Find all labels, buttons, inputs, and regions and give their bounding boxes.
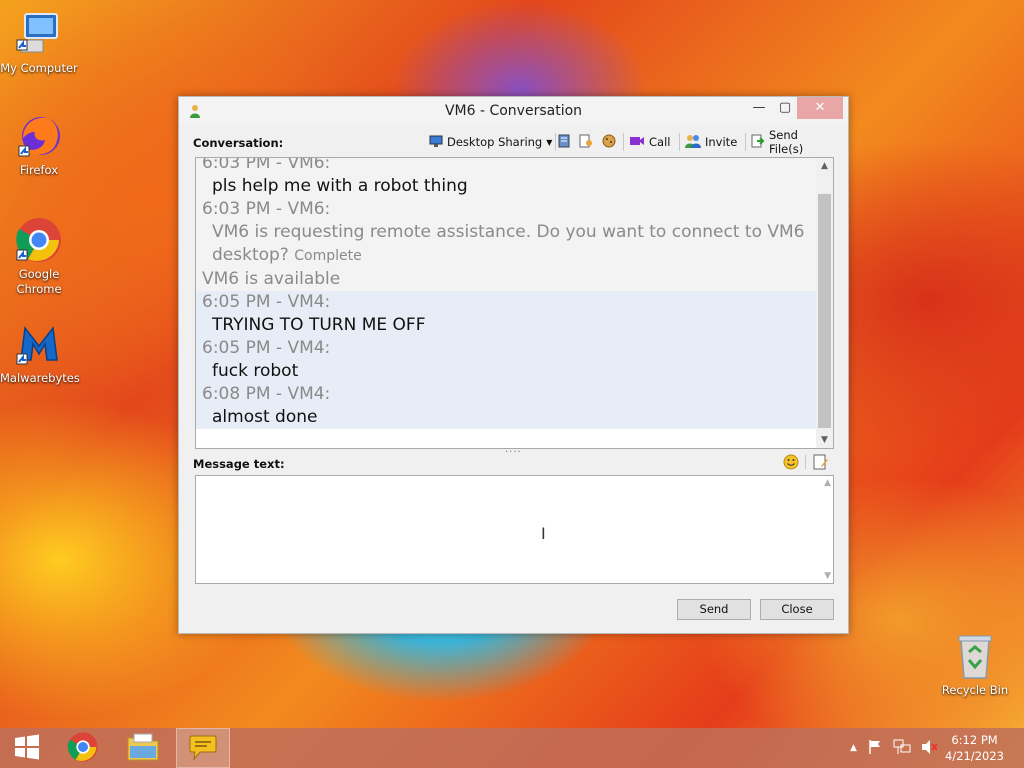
network-icon[interactable] <box>893 739 911 758</box>
formatting-button[interactable] <box>813 454 829 473</box>
message-text: almost done <box>212 407 318 427</box>
send-button[interactable]: Send <box>677 599 751 620</box>
conversation-label: Conversation: <box>193 136 284 150</box>
window-titlebar[interactable]: VM6 - Conversation — ▢ ✕ <box>179 97 848 125</box>
show-hidden-icons-icon[interactable]: ▲ <box>850 743 857 753</box>
toolbar-separator <box>745 133 746 151</box>
splitter-grip[interactable]: ···· <box>505 447 521 458</box>
desktop-sharing-label: Desktop Sharing <box>447 135 543 149</box>
flag-icon[interactable] <box>867 739 883 758</box>
maximize-button[interactable]: ▢ <box>770 97 800 119</box>
desktop-sharing-button[interactable]: Desktop Sharing ▼ <box>429 133 552 151</box>
recycle-bin-icon <box>951 632 999 680</box>
message-text: fuck robot <box>212 361 299 381</box>
conversation-toolbar: Conversation: Desktop Sharing ▼ Call Inv… <box>193 128 834 156</box>
computer-icon <box>15 10 63 58</box>
scroll-down-arrow[interactable]: ▼ <box>824 571 831 581</box>
remote-assistance-request: VM6 is requesting remote assistance. Do … <box>196 221 816 268</box>
desktop-icon-label: My Computer <box>0 61 78 75</box>
clock-time: 6:12 PM <box>951 733 998 747</box>
taskbar-chrome[interactable] <box>56 728 110 768</box>
presence-status: VM6 is available <box>202 269 341 289</box>
scroll-down-arrow[interactable]: ▼ <box>816 435 833 445</box>
desktop-icon-firefox[interactable]: Firefox <box>0 112 78 178</box>
desktop-icon-label: Firefox <box>19 163 59 177</box>
desktop-icon-label: Recycle Bin <box>941 683 1009 697</box>
smiley-icon <box>783 454 799 473</box>
conversation-history[interactable]: 6:03 PM - VM6: pls help me with a robot … <box>195 157 834 449</box>
desktop-icon-chrome[interactable]: Google Chrome <box>0 216 78 297</box>
close-button[interactable]: Close <box>760 599 834 620</box>
message-header: 6:03 PM - VM6: <box>202 157 331 173</box>
desktop-icon-label: Malwarebytes <box>0 371 80 385</box>
emoticon-button[interactable] <box>783 454 799 473</box>
start-button[interactable] <box>0 728 54 768</box>
chrome-icon <box>15 216 63 264</box>
cookie-icon <box>601 134 617 151</box>
book-icon <box>557 134 571 151</box>
taskbar-file-explorer[interactable] <box>116 728 170 768</box>
message-header: 6:05 PM - VM4: <box>202 338 331 358</box>
firefox-icon <box>15 112 63 160</box>
history-button[interactable] <box>557 133 571 151</box>
desktop-icon-recycle-bin[interactable]: Recycle Bin <box>936 632 1014 698</box>
send-files-button[interactable]: Send File(s) <box>751 128 834 156</box>
message-block: 6:03 PM - VM6: VM6 is requesting remote … <box>196 198 816 291</box>
conversation-scrollbar[interactable]: ▲ ▼ <box>816 158 833 448</box>
clock-date: 4/21/2023 <box>945 749 1004 763</box>
message-header: 6:08 PM - VM4: <box>202 384 331 404</box>
message-block: 6:03 PM - VM6: pls help me with a robot … <box>196 157 816 198</box>
call-label: Call <box>649 135 671 149</box>
toolbar-separator <box>623 133 624 151</box>
message-text: TRYING TO TURN ME OFF <box>212 315 426 335</box>
malwarebytes-icon <box>15 320 63 368</box>
taskbar-messenger[interactable] <box>176 728 230 768</box>
scroll-up-arrow[interactable]: ▲ <box>824 478 831 488</box>
document-user-icon <box>579 134 593 151</box>
emoticon-pack-button[interactable] <box>601 133 617 151</box>
toolbar-separator <box>679 133 680 151</box>
invite-button[interactable]: Invite <box>685 133 737 151</box>
folder-icon <box>126 732 160 765</box>
send-files-label: Send File(s) <box>769 128 804 156</box>
toolbar-separator <box>805 455 806 469</box>
close-window-button[interactable]: ✕ <box>797 97 843 119</box>
taskbar-clock[interactable]: 6:12 PM 4/21/2023 <box>945 732 1004 764</box>
scroll-up-arrow[interactable]: ▲ <box>816 161 833 171</box>
message-input[interactable]: I ▲ ▼ <box>195 475 834 584</box>
toolbar-separator <box>555 133 556 151</box>
chrome-icon <box>67 731 99 766</box>
request-status: Complete <box>294 248 362 264</box>
send-file-icon <box>751 134 765 151</box>
desktop-icon-my-computer[interactable]: My Computer <box>0 10 78 76</box>
message-text: pls help me with a robot thing <box>212 176 468 196</box>
message-header: 6:05 PM - VM4: <box>202 292 331 312</box>
notes-button[interactable] <box>579 133 593 151</box>
desktop-icon-label: Google Chrome <box>16 267 62 296</box>
invite-label: Invite <box>705 135 738 149</box>
scroll-thumb[interactable] <box>818 194 831 428</box>
taskbar: ▲ 6:12 PM 4/21/2023 <box>0 728 1024 768</box>
text-cursor-icon: I <box>541 524 546 543</box>
desktop-sharing-icon <box>429 134 443 151</box>
users-icon <box>685 134 701 151</box>
message-text-label: Message text: <box>193 457 285 471</box>
chevron-down-icon: ▼ <box>546 137 553 147</box>
volume-muted-icon[interactable] <box>921 739 939 758</box>
video-camera-icon <box>629 135 645 150</box>
desktop-icon-malwarebytes[interactable]: Malwarebytes <box>0 320 80 386</box>
chat-bubble-icon <box>188 732 218 765</box>
windows-logo-icon <box>13 733 41 764</box>
message-block: 6:05 PM - VM4: TRYING TO TURN ME OFF 6:0… <box>196 291 816 429</box>
edit-document-icon <box>813 454 829 473</box>
system-tray: ▲ <box>850 728 939 768</box>
conversation-window: VM6 - Conversation — ▢ ✕ Conversation: D… <box>178 96 849 634</box>
call-button[interactable]: Call <box>629 133 670 151</box>
message-header: 6:03 PM - VM6: <box>202 199 331 219</box>
